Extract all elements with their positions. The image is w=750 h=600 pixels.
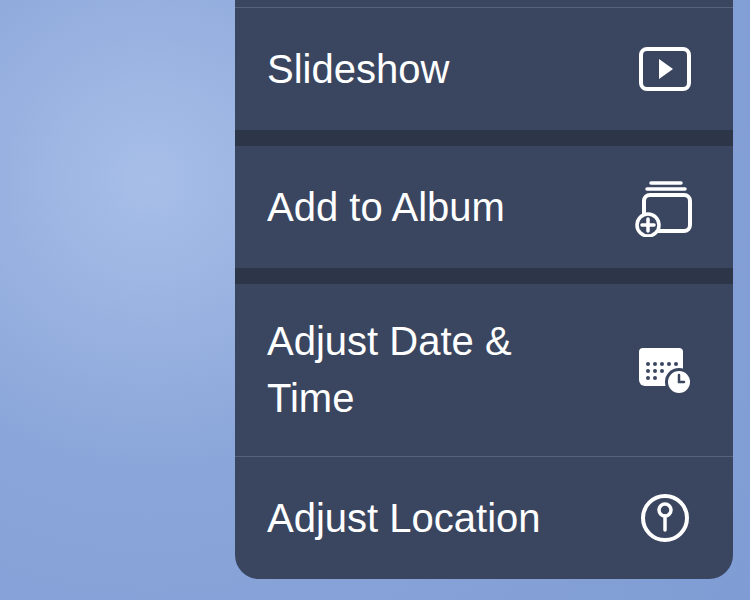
group-separator (235, 268, 733, 284)
menu-item-label: Adjust Location (267, 490, 541, 547)
menu-item-icon-box (633, 338, 697, 402)
menu-group: Adjust Date & Time Adjust Location (235, 268, 733, 579)
location-pin-icon (637, 490, 693, 546)
menu-item[interactable]: Adjust Location (235, 456, 733, 579)
menu-item[interactable]: Add to Album (235, 146, 733, 268)
menu-item-icon-box (633, 175, 697, 239)
menu-item-label: Slideshow (267, 41, 449, 98)
menu-item[interactable]: Slideshow (235, 8, 733, 130)
menu-item-label: Adjust Date & Time (267, 313, 597, 427)
calendar-clock-icon (635, 340, 695, 400)
context-menu: SlideshowAdd to AlbumAdjust Date & TimeA… (235, 0, 733, 579)
menu-item[interactable]: Adjust Date & Time (235, 284, 733, 456)
previous-menu-item[interactable] (235, 0, 733, 8)
menu-item-label: Add to Album (267, 179, 505, 236)
menu-item-icon-box (633, 37, 697, 101)
menu-item-icon-box (633, 486, 697, 550)
group-separator (235, 130, 733, 146)
screen: SlideshowAdd to AlbumAdjust Date & TimeA… (0, 0, 750, 600)
slideshow-play-icon (637, 41, 693, 97)
add-to-album-icon (635, 177, 695, 237)
menu-group: Add to Album (235, 130, 733, 268)
menu-group: Slideshow (235, 8, 733, 130)
